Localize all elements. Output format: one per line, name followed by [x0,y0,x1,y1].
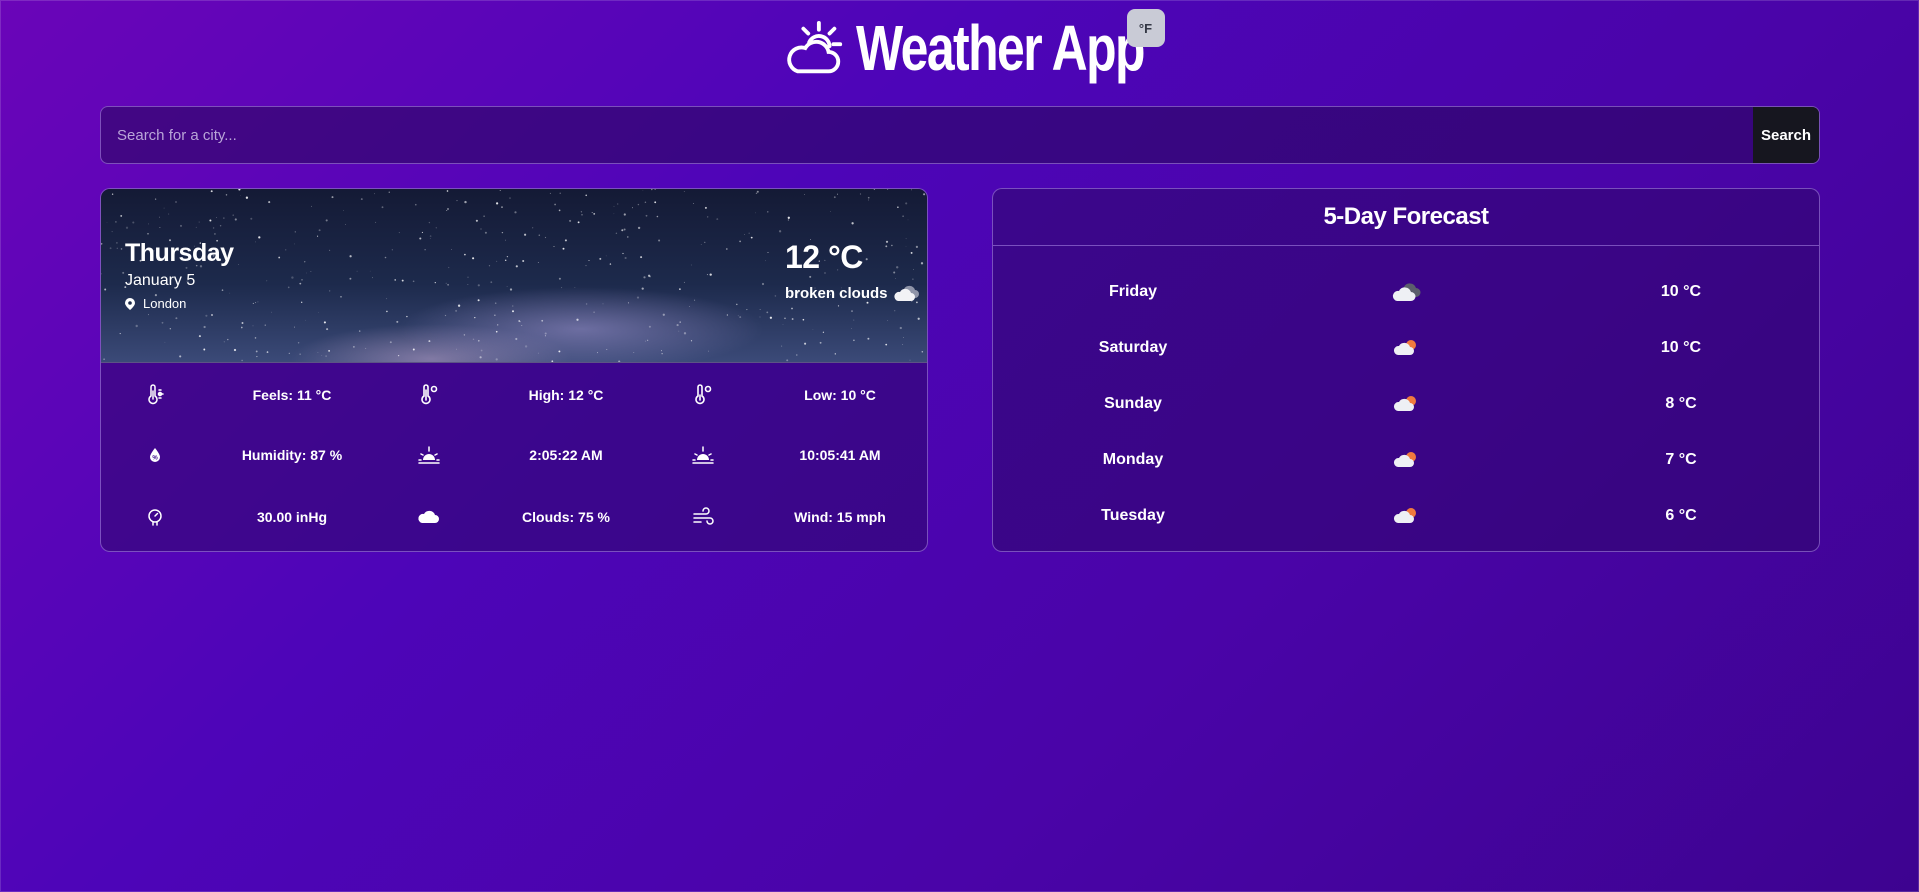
current-location: London [125,296,234,311]
app-header: Weather App °F [0,8,1919,88]
cloud-icon [375,485,483,549]
thermometer-low-icon [649,365,757,425]
forecast-title: 5-Day Forecast [993,189,1819,246]
unit-toggle-button[interactable]: °F [1126,9,1165,47]
search-bar: Search [100,106,1820,164]
forecast-list: Friday 10 °C Saturday 10 °C Sunday 8 °C … [993,246,1819,544]
forecast-temp: 7 °C [1665,451,1697,468]
sunset-value: 10:05:41 AM [799,447,881,463]
sunset-icon [649,425,757,485]
few-clouds-day-icon [1393,340,1416,355]
humidity-value: Humidity: 87 % [241,447,343,463]
few-clouds-day-icon [1393,396,1416,411]
forecast-temp: 8 °C [1665,395,1697,412]
wind-value: Wind: 15 mph [794,509,886,525]
forecast-day: Saturday [1098,339,1168,356]
brand: Weather App °F [784,9,1165,84]
current-date-block: Thursday January 5 London [125,239,234,311]
search-button[interactable]: Search [1753,107,1819,163]
current-stats-grid: Feels: 11 °C High: 12 °C Low: 10 °C % Hu… [101,363,927,549]
broken-clouds-icon [1392,283,1421,301]
current-temperature: 12 °C [785,239,863,275]
few-clouds-day-icon [1393,508,1416,523]
svg-text:%: % [152,456,158,462]
forecast-day: Sunday [1104,395,1162,412]
thermometer-high-icon [375,365,483,425]
forecast-row: Sunday 8 °C [993,376,1819,432]
current-weather-card: Thursday January 5 London 12 °C broken c… [100,188,928,552]
current-description: broken clouds [785,284,888,302]
forecast-day: Friday [1108,283,1157,300]
forecast-temp: 10 °C [1660,283,1702,300]
current-temp-block: 12 °C broken clouds [785,239,920,302]
search-input[interactable] [101,107,1753,163]
forecast-row: Friday 10 °C [993,264,1819,320]
forecast-row: Monday 7 °C [993,432,1819,488]
sun-cloud-icon [786,20,842,74]
low-temp-value: Low: 10 °C [804,387,876,403]
sunrise-value: 2:05:22 AM [529,447,603,463]
forecast-row: Saturday 10 °C [993,320,1819,376]
current-day: Thursday [125,239,234,267]
current-condition: broken clouds [785,284,920,302]
forecast-temp: 6 °C [1665,507,1697,524]
high-temp-value: High: 12 °C [528,387,604,403]
thermometer-sun-icon [101,365,209,425]
clouds-value: Clouds: 75 % [522,509,610,525]
forecast-temp: 10 °C [1660,339,1702,356]
few-clouds-day-icon [1393,452,1416,467]
pressure-icon [101,485,209,549]
current-weather-hero: Thursday January 5 London 12 °C broken c… [101,189,927,363]
forecast-row: Tuesday 6 °C [993,488,1819,544]
forecast-day: Tuesday [1101,507,1165,524]
location-pin-icon [125,297,135,310]
humidity-icon: % [101,425,209,485]
broken-clouds-icon [893,285,919,301]
current-city: London [143,296,187,311]
wind-icon [649,485,757,549]
app-title: Weather App [855,12,1146,84]
forecast-card: 5-Day Forecast Friday 10 °C Saturday 10 … [992,188,1820,552]
current-date: January 5 [125,272,196,289]
feels-like-value: Feels: 11 °C [252,387,332,403]
sunrise-icon [375,425,483,485]
pressure-value: 30.00 inHg [256,509,328,525]
forecast-day: Monday [1102,451,1164,468]
